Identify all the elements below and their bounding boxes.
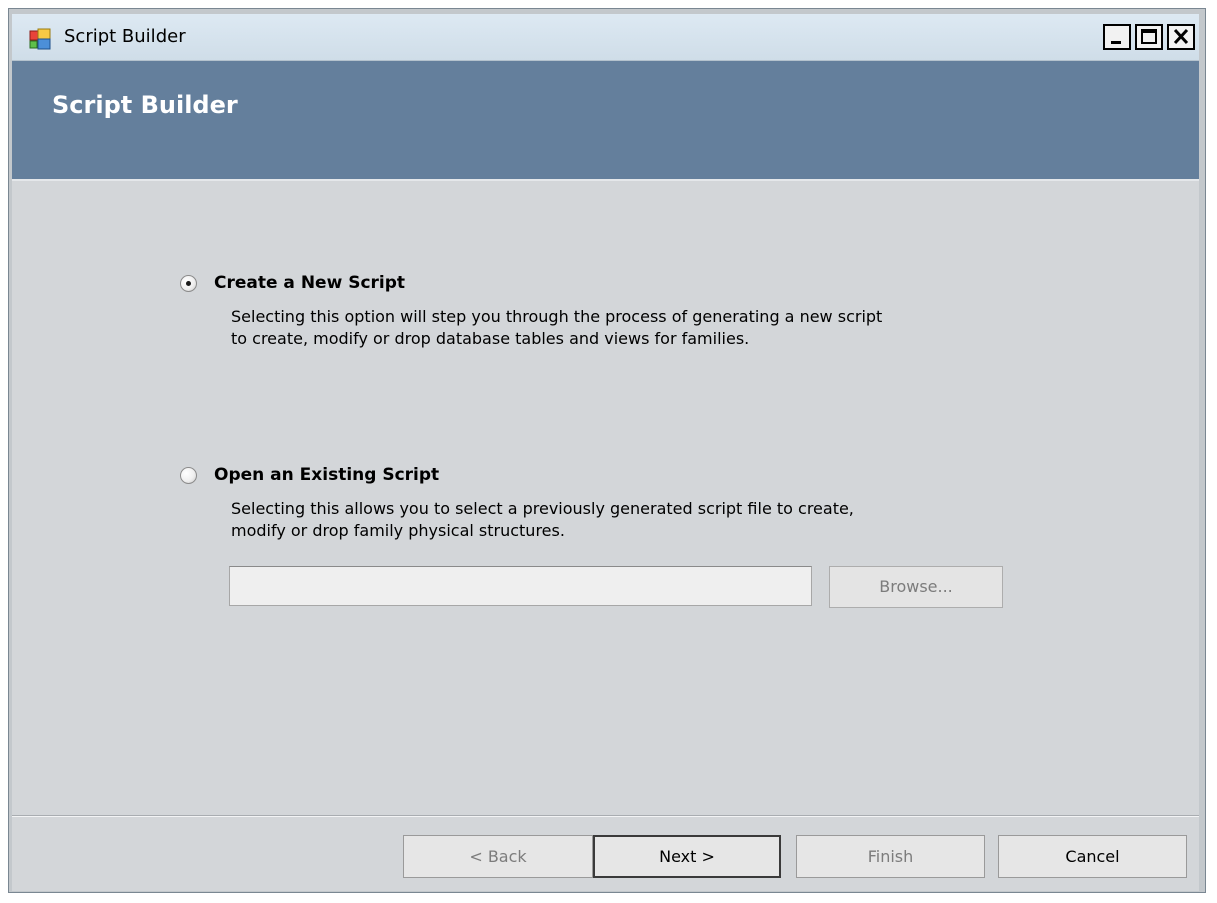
option-create-new-script[interactable]: Create a New Script Selecting this optio… [180, 270, 882, 350]
back-button[interactable]: < Back [403, 835, 593, 878]
wizard-footer: < Back Next > Finish Cancel [12, 815, 1199, 891]
close-icon [1173, 28, 1189, 45]
minimize-button[interactable] [1103, 24, 1131, 50]
open-existing-script-label[interactable]: Open an Existing Script [214, 465, 439, 485]
finish-button[interactable]: Finish [796, 835, 985, 878]
minimize-icon [1111, 41, 1121, 44]
app-window-icon [29, 28, 51, 50]
maximize-icon [1141, 29, 1157, 44]
create-new-script-radio[interactable] [180, 274, 197, 292]
header-banner: Script Builder [12, 61, 1199, 181]
description-line: to create, modify or drop database table… [231, 329, 750, 348]
title-bar[interactable]: Script Builder [12, 14, 1199, 61]
next-button[interactable]: Next > [593, 835, 781, 878]
description-line: Selecting this allows you to select a pr… [231, 499, 854, 518]
script-file-path-input[interactable] [229, 566, 812, 606]
banner-title: Script Builder [52, 91, 238, 119]
description-line: modify or drop family physical structure… [231, 521, 565, 540]
close-button[interactable] [1167, 24, 1195, 50]
create-new-script-description: Selecting this option will step you thro… [231, 306, 882, 350]
window-controls [1099, 24, 1195, 50]
open-existing-script-radio[interactable] [180, 466, 197, 484]
open-existing-script-description: Selecting this allows you to select a pr… [231, 498, 854, 542]
radio-row-open[interactable]: Open an Existing Script [180, 462, 854, 488]
option-open-existing-script[interactable]: Open an Existing Script Selecting this a… [180, 462, 854, 542]
window-title: Script Builder [64, 26, 186, 47]
browse-button[interactable]: Browse... [829, 566, 1003, 608]
radio-row-create[interactable]: Create a New Script [180, 270, 882, 296]
wizard-content: Create a New Script Selecting this optio… [12, 181, 1199, 815]
maximize-button[interactable] [1135, 24, 1163, 50]
cancel-button[interactable]: Cancel [998, 835, 1187, 878]
create-new-script-label[interactable]: Create a New Script [214, 273, 405, 293]
description-line: Selecting this option will step you thro… [231, 307, 883, 326]
